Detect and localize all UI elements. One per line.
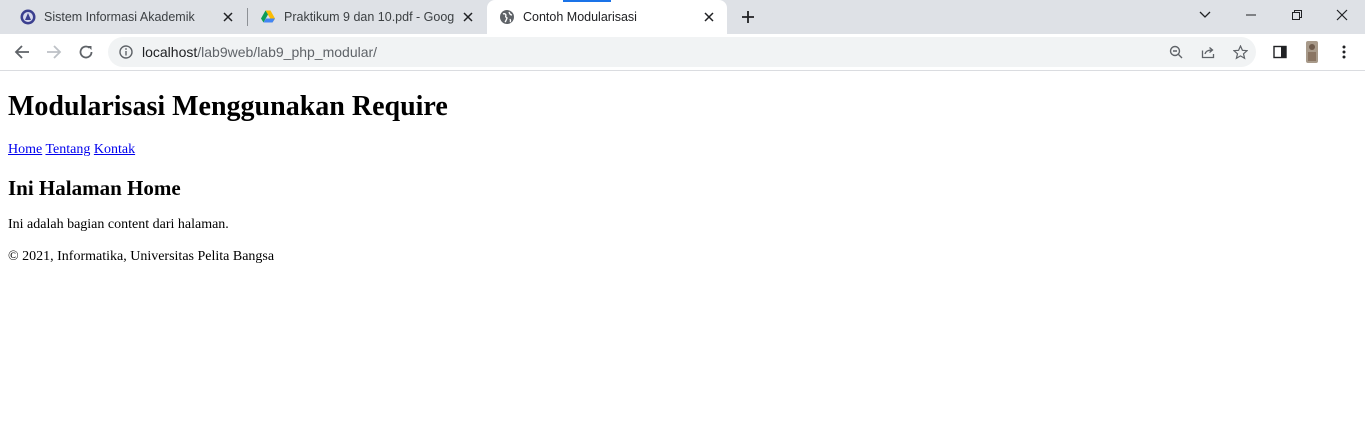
page-content: Modularisasi Menggunakan Require Home Te… <box>0 91 1365 265</box>
main-nav: Home Tentang Kontak <box>8 142 1357 158</box>
globe-icon <box>499 9 515 25</box>
footer-text: © 2021, Informatika, Universitas Pelita … <box>8 249 275 264</box>
browser-window: Sistem Informasi Akademik Praktikum 9 da… <box>0 0 1365 71</box>
more-menu-icon[interactable] <box>1334 42 1354 62</box>
close-icon[interactable] <box>460 9 476 25</box>
tab-search-button[interactable] <box>1182 0 1228 30</box>
tab-title: Sistem Informasi Akademik <box>44 10 195 24</box>
restore-button[interactable] <box>1274 0 1320 30</box>
url-path: /lab9web/lab9_php_modular/ <box>197 44 378 60</box>
tab-praktikum-pdf[interactable]: Praktikum 9 dan 10.pdf - Google <box>248 0 486 34</box>
content-text: Ini adalah bagian content dari halaman. <box>8 217 229 232</box>
close-icon <box>1336 9 1348 21</box>
new-tab-button[interactable] <box>736 5 760 29</box>
page-title: Modularisasi Menggunakan Require <box>8 91 448 122</box>
nav-link-home[interactable]: Home <box>8 142 42 157</box>
forward-button[interactable] <box>40 38 68 66</box>
url-host: localhost <box>142 44 198 60</box>
browser-toolbar: localhost/lab9web/lab9_php_modular/ <box>0 34 1365 71</box>
minimize-icon <box>1246 14 1256 16</box>
back-button[interactable] <box>8 38 36 66</box>
section-heading: Ini Halaman Home <box>8 176 181 200</box>
restore-icon <box>1292 10 1302 20</box>
address-bar[interactable]: localhost/lab9web/lab9_php_modular/ <box>108 37 1256 67</box>
close-icon[interactable] <box>701 9 717 25</box>
star-icon[interactable] <box>1232 44 1248 60</box>
chevron-down-icon <box>1199 11 1211 18</box>
minimize-button[interactable] <box>1228 0 1274 30</box>
tab-loading-indicator <box>563 0 611 2</box>
side-panel-icon[interactable] <box>1270 42 1290 62</box>
info-icon[interactable] <box>118 44 134 60</box>
share-icon[interactable] <box>1200 44 1216 60</box>
arrow-right-icon <box>47 45 62 59</box>
profile-avatar-icon[interactable] <box>1302 41 1322 63</box>
tab-contoh-modularisasi[interactable]: Contoh Modularisasi <box>487 0 727 34</box>
nav-link-kontak[interactable]: Kontak <box>94 142 135 157</box>
close-icon[interactable] <box>220 9 236 25</box>
arrow-left-icon <box>14 45 29 59</box>
google-drive-icon <box>260 9 276 25</box>
zoom-icon[interactable] <box>1168 44 1184 60</box>
url-text[interactable]: localhost/lab9web/lab9_php_modular/ <box>142 44 377 60</box>
reload-button[interactable] <box>72 38 100 66</box>
university-seal-icon <box>20 9 36 25</box>
nav-link-tentang[interactable]: Tentang <box>45 142 90 157</box>
tab-strip: Sistem Informasi Akademik Praktikum 9 da… <box>0 0 1365 34</box>
tab-title: Praktikum 9 dan 10.pdf - Google <box>284 10 454 24</box>
tab-title: Contoh Modularisasi <box>523 10 637 24</box>
plus-icon <box>742 11 754 23</box>
close-window-button[interactable] <box>1319 0 1365 30</box>
reload-icon <box>79 45 93 59</box>
tab-sistem-informasi[interactable]: Sistem Informasi Akademik <box>0 0 246 34</box>
